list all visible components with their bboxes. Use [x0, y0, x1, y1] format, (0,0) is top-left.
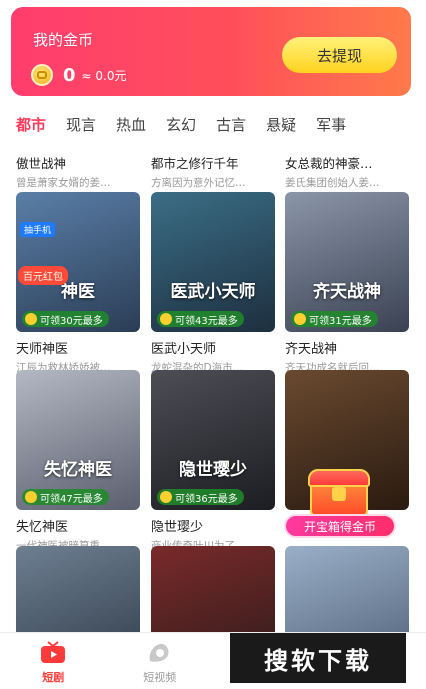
- drama-desc: 方离因为意外记忆…: [151, 177, 246, 189]
- coin-card: 我的金币 0 ≈ 0.0元 去提现: [11, 7, 411, 96]
- tab-category[interactable]: 现言: [56, 114, 106, 144]
- drama-title: 医武小天师: [151, 342, 217, 357]
- list-item[interactable]: 傲世战神 曾是萧家女婿的姜…: [16, 153, 140, 190]
- drama-poster[interactable]: 神医 抽手机 百元红包 可领30元最多: [16, 192, 140, 332]
- tab-category[interactable]: 都市: [0, 114, 56, 144]
- tab-category[interactable]: 悬疑: [256, 114, 306, 144]
- watermark: 搜软下载: [230, 633, 406, 683]
- red-packet-badge: 百元红包: [18, 266, 68, 285]
- list-item[interactable]: 都市之修行千年 方离因为意外记忆…: [151, 153, 275, 190]
- drama-desc: 曾是萧家女婿的姜…: [16, 177, 111, 189]
- poster-title-art: 失忆神医: [44, 460, 112, 480]
- treasure-chest-icon[interactable]: [306, 467, 372, 519]
- coin-title: 我的金币: [33, 31, 94, 49]
- list-item[interactable]: 女总裁的神豪… 姜氏集团创始人姜…: [285, 153, 409, 190]
- drama-title: 隐世璎少: [151, 520, 204, 535]
- reward-badge: 可领31元最多: [291, 311, 378, 327]
- promo-badge: 抽手机: [20, 222, 56, 237]
- coin-balance-row: 0 ≈ 0.0元: [31, 64, 127, 86]
- tab-category[interactable]: 热血: [106, 114, 156, 144]
- drama-title: 都市之修行千年: [151, 156, 239, 171]
- drama-title: 傲世战神: [16, 156, 67, 171]
- video-icon: [149, 643, 169, 662]
- drama-poster[interactable]: 齐天战神可领31元最多: [285, 192, 409, 332]
- drama-title: 失忆神医: [16, 520, 69, 535]
- reward-badge: 可领36元最多: [157, 489, 244, 505]
- open-chest-button[interactable]: 开宝箱得金币: [284, 514, 396, 538]
- tab-category[interactable]: 玄幻: [156, 114, 206, 144]
- nav-label: 短剧: [42, 671, 65, 684]
- drama-card[interactable]: 神医 抽手机 百元红包 可领30元最多 天师神医 江辰为救林娇娇被…: [16, 192, 140, 375]
- drama-title: 天师神医: [16, 342, 69, 357]
- reward-badge: 可领43元最多: [157, 311, 244, 327]
- drama-poster[interactable]: 失忆神医可领47元最多: [16, 370, 140, 510]
- category-tabs: 都市 现言 热血 玄幻 古言 悬疑 军事: [0, 114, 426, 144]
- drama-desc: 姜氏集团创始人姜…: [285, 177, 380, 189]
- tv-icon: [41, 641, 66, 663]
- tab-category[interactable]: 古言: [206, 114, 256, 144]
- drama-card[interactable]: 医武小天师 可领43元最多 医武小天师 龙蛇混杂的D海市…: [151, 192, 275, 375]
- withdraw-button[interactable]: 去提现: [282, 37, 397, 73]
- coin-cash-equivalent: ≈ 0.0元: [81, 68, 127, 83]
- coin-count: 0: [63, 64, 76, 86]
- poster-title-art: 齐天战神: [313, 282, 381, 302]
- nav-item-drama[interactable]: 短剧: [0, 633, 107, 689]
- drama-poster[interactable]: 医武小天师可领43元最多: [151, 192, 275, 332]
- drama-card[interactable]: 齐天战神 可领31元最多 齐天战神 齐天功成名就后回…: [285, 192, 409, 375]
- drama-poster[interactable]: 隐世璎少可领36元最多: [151, 370, 275, 510]
- drama-card[interactable]: 失忆神医可领47元最多失忆神医一代神医被暗算重…: [16, 370, 140, 553]
- nav-item-video[interactable]: 短视频: [107, 633, 214, 689]
- reward-badge: 可领30元最多: [22, 311, 109, 327]
- drama-card[interactable]: 隐世璎少可领36元最多隐世璎少商业传奇叶川为了…: [151, 370, 275, 553]
- poster-title-art: 医武小天师: [170, 282, 256, 302]
- nav-label: 短视频: [143, 671, 177, 684]
- poster-title-art: 隐世璎少: [179, 460, 247, 480]
- tab-category[interactable]: 军事: [306, 114, 356, 144]
- reward-badge: 可领47元最多: [22, 489, 109, 505]
- drama-title: 齐天战神: [285, 342, 338, 357]
- drama-title: 女总裁的神豪…: [285, 156, 373, 171]
- coin-icon: [31, 64, 53, 86]
